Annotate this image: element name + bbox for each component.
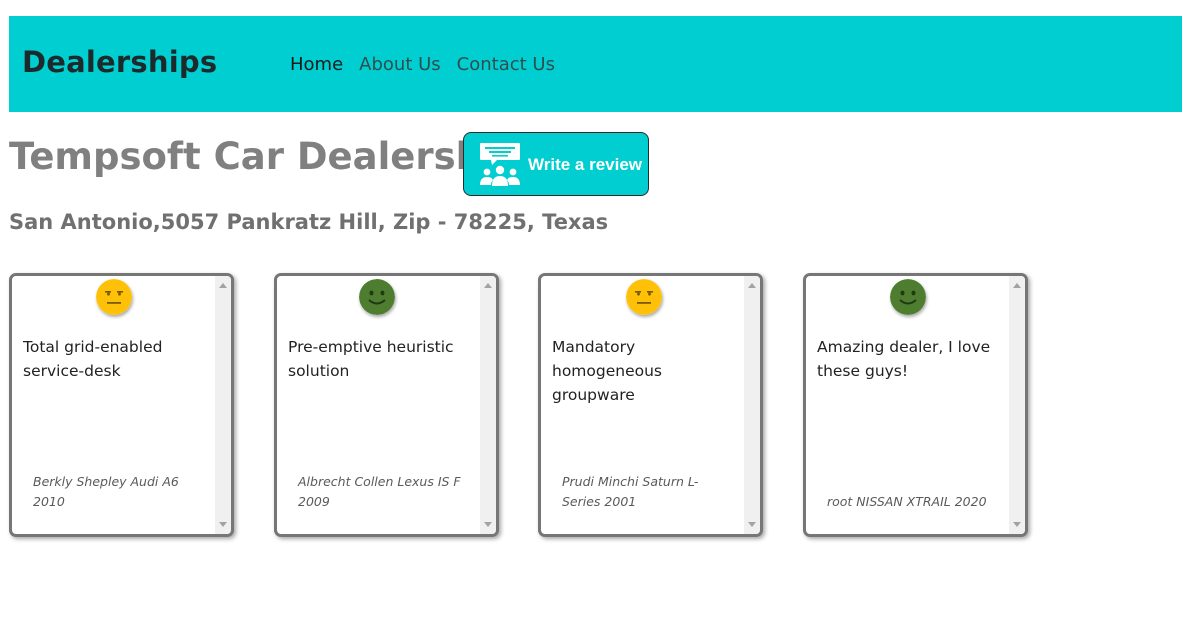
dealer-title: Tempsoft Car Dealership: [9, 135, 522, 178]
happy-face-icon: [359, 279, 395, 315]
reviewer-info: root NISSAN XTRAIL 2020: [827, 494, 987, 509]
review-people-icon: [480, 143, 520, 186]
navbar: Dealerships Home About Us Contact Us: [9, 16, 1182, 112]
review-card: Total grid-enabled service-desk Berkly S…: [9, 273, 234, 537]
neutral-face-icon: [96, 279, 132, 315]
happy-face-icon: [890, 279, 926, 315]
review-card: Mandatory homogeneous groupware Prudi Mi…: [538, 273, 763, 537]
review-card: Amazing dealer, I love these guys! root …: [803, 273, 1028, 537]
scroll-up-arrow-icon[interactable]: [219, 283, 227, 288]
neutral-face-icon: [626, 279, 662, 315]
scroll-down-arrow-icon[interactable]: [484, 522, 492, 527]
card-scrollbar[interactable]: [480, 276, 496, 534]
scroll-down-arrow-icon[interactable]: [748, 522, 756, 527]
review-text: Total grid-enabled service-desk: [23, 338, 163, 380]
nav-contact-link[interactable]: Contact Us: [457, 53, 555, 77]
card-scrollbar[interactable]: [215, 276, 231, 534]
scroll-up-arrow-icon[interactable]: [1013, 283, 1021, 288]
nav-about-link[interactable]: About Us: [359, 53, 441, 77]
card-scrollbar[interactable]: [1009, 276, 1025, 534]
reviewer-info: Berkly Shepley Audi A6 2010: [33, 474, 179, 509]
review-text: Mandatory homogeneous groupware: [552, 338, 663, 404]
scroll-up-arrow-icon[interactable]: [484, 283, 492, 288]
scroll-down-arrow-icon[interactable]: [219, 522, 227, 527]
review-text: Amazing dealer, I love these guys!: [817, 338, 991, 380]
nav-links: Home About Us Contact Us: [290, 53, 571, 77]
reviewer-info: Prudi Minchi Saturn L-Series 2001: [562, 474, 699, 509]
dealer-address: San Antonio,5057 Pankratz Hill, Zip - 78…: [9, 210, 609, 234]
brand-title[interactable]: Dealerships: [22, 44, 217, 80]
nav-home-link[interactable]: Home: [290, 53, 343, 77]
scroll-down-arrow-icon[interactable]: [1013, 522, 1021, 527]
write-review-button[interactable]: Write a review: [463, 132, 649, 196]
scroll-up-arrow-icon[interactable]: [748, 283, 756, 288]
write-review-label: Write a review: [528, 155, 643, 174]
card-scrollbar[interactable]: [744, 276, 760, 534]
review-card: Pre-emptive heuristic solution Albrecht …: [274, 273, 499, 537]
review-text: Pre-emptive heuristic solution: [288, 338, 454, 380]
reviewer-info: Albrecht Collen Lexus IS F 2009: [298, 474, 461, 509]
